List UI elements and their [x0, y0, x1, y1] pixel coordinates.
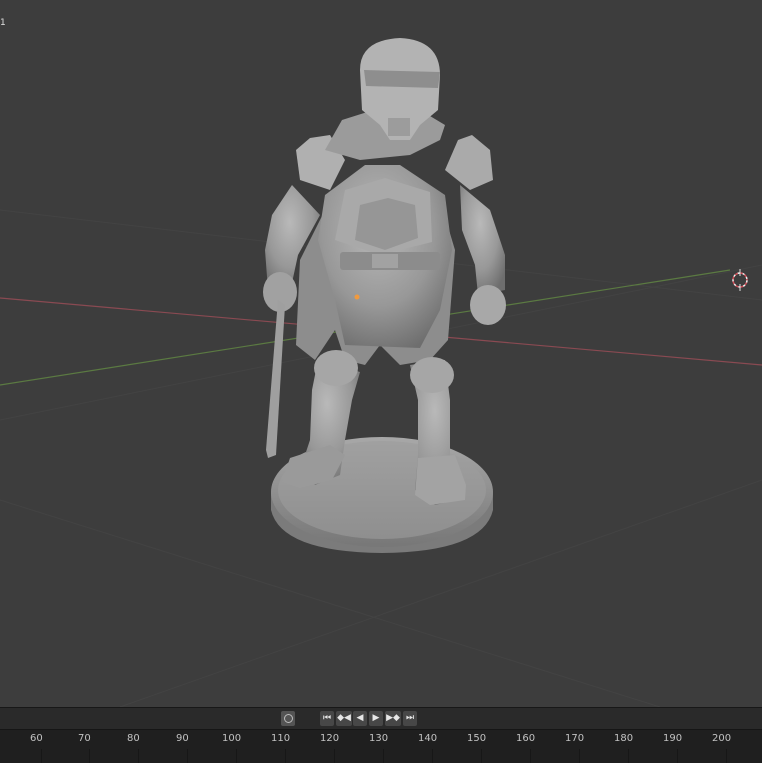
jump-end-button[interactable]: ⏭	[403, 711, 417, 726]
frame-number: 120	[320, 733, 340, 744]
jump-keyframe-back-button[interactable]: ◆◀	[336, 711, 352, 726]
frame-number: 60	[30, 733, 43, 744]
ruler-tick	[41, 749, 42, 763]
ruler-tick	[383, 749, 384, 763]
frame-number: 90	[176, 733, 189, 744]
ruler-tick	[236, 749, 237, 763]
record-button[interactable]	[281, 711, 295, 726]
armored-figure-model	[263, 38, 506, 505]
viewport-scene	[0, 38, 762, 707]
ruler-tick	[481, 749, 482, 763]
frame-number: 100	[222, 733, 242, 744]
play-button[interactable]: ▶	[369, 711, 383, 726]
jump-keyframe-forward-button[interactable]: ▶◆	[385, 711, 401, 726]
frame-number: 190	[663, 733, 683, 744]
frame-number: 70	[78, 733, 91, 744]
3d-cursor-icon	[732, 269, 748, 291]
ruler-tick	[530, 749, 531, 763]
ruler-tick	[677, 749, 678, 763]
ruler-tick	[726, 749, 727, 763]
play-reverse-button[interactable]: ◀	[353, 711, 367, 726]
jump-start-button[interactable]: ⏮	[320, 711, 334, 726]
ruler-tick	[579, 749, 580, 763]
frame-number: 170	[565, 733, 585, 744]
viewport-corner-text: 1	[0, 18, 6, 28]
frame-number: 180	[614, 733, 634, 744]
timeline-ruler[interactable]: 60 70 80 90 100 110 120 130 140 150 160 …	[0, 729, 762, 763]
frame-number: 80	[127, 733, 140, 744]
frame-number: 110	[271, 733, 291, 744]
ruler-tick	[285, 749, 286, 763]
frame-number: 200	[712, 733, 732, 744]
ruler-tick	[432, 749, 433, 763]
frame-number: 160	[516, 733, 536, 744]
record-circle-icon	[283, 714, 293, 723]
3d-viewport[interactable]: 1	[0, 0, 762, 707]
frame-number: 150	[467, 733, 487, 744]
ruler-tick	[187, 749, 188, 763]
ruler-tick	[138, 749, 139, 763]
ruler-tick	[334, 749, 335, 763]
frame-number: 140	[418, 733, 438, 744]
frame-number: 130	[369, 733, 389, 744]
ruler-tick	[89, 749, 90, 763]
ruler-tick	[628, 749, 629, 763]
playback-bar: ⏮ ◆◀ ◀ ▶ ▶◆ ⏭	[0, 707, 762, 730]
